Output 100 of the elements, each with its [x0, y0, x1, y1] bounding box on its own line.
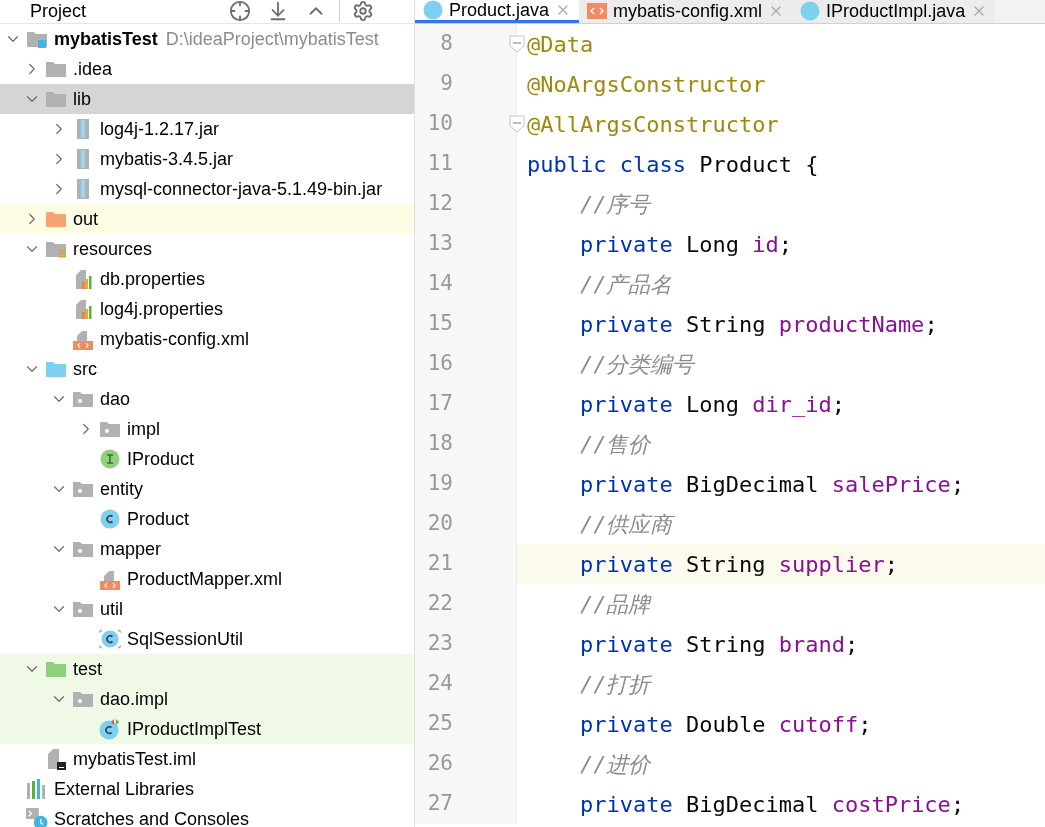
- code-text: private Double cutoff;: [578, 710, 872, 739]
- xml-file-icon: [99, 569, 121, 589]
- code-text: //进价: [578, 750, 651, 779]
- tree-row[interactable]: mybatisTest.iml: [0, 744, 414, 774]
- tree-item-label: IProductImplTest: [127, 717, 262, 741]
- code-text: @AllArgsConstructor: [527, 110, 779, 139]
- project-path: D:\ideaProject\mybatisTest: [165, 27, 379, 51]
- code-text: @Data: [527, 30, 594, 59]
- test-class-icon: [99, 719, 121, 739]
- resources-folder-icon: [45, 239, 67, 259]
- line-number: 27: [426, 790, 453, 818]
- tree-row[interactable]: log4j-1.2.17.jar: [0, 114, 414, 144]
- tree-row[interactable]: src: [0, 354, 414, 384]
- editor-tab[interactable]: mybatis-config.xml: [579, 0, 793, 23]
- code-text: private Long id;: [578, 230, 792, 259]
- tree-row[interactable]: util: [0, 594, 414, 624]
- tree-row[interactable]: Scratches and Consoles: [0, 804, 414, 827]
- code-text: //产品名: [578, 270, 673, 299]
- line-number: 17: [426, 390, 453, 418]
- tree-item-label: SqlSessionUtil: [127, 627, 244, 651]
- libraries-icon: [26, 779, 48, 799]
- tree-item-label: out: [73, 207, 99, 231]
- package-icon: [72, 599, 94, 619]
- line-number: 24: [426, 670, 453, 698]
- tree-row[interactable]: impl: [0, 414, 414, 444]
- line-number: 19: [426, 470, 453, 498]
- tree-item-label: mybatisTest.iml: [73, 747, 197, 771]
- tree-row[interactable]: mysql-connector-java-5.1.49-bin.jar: [0, 174, 414, 204]
- xml-file-icon: [587, 3, 608, 19]
- tree-item-label: External Libraries: [54, 777, 195, 801]
- tree-row[interactable]: lib: [0, 84, 414, 114]
- tree-item-label: dao.impl: [100, 687, 169, 711]
- tree-item-label: mybatisTest: [54, 27, 158, 51]
- tree-row[interactable]: External Libraries: [0, 774, 414, 804]
- code-text: //打折: [578, 670, 651, 699]
- package-icon: [72, 539, 94, 559]
- module-folder-icon: [26, 29, 48, 49]
- code-text: //售价: [578, 430, 651, 459]
- tree-row[interactable]: entity: [0, 474, 414, 504]
- code-text: private String productName;: [578, 310, 938, 339]
- code-text: public class Product {: [527, 150, 819, 179]
- tree-row[interactable]: mapper: [0, 534, 414, 564]
- line-number: 16: [426, 350, 453, 378]
- tree-item-label: resources: [73, 237, 153, 261]
- folder-icon: [45, 659, 67, 679]
- tree-item-label: IProduct: [127, 447, 195, 471]
- tree-item-label: lib: [73, 87, 91, 111]
- tree-row[interactable]: mybatis-3.4.5.jar: [0, 144, 414, 174]
- tree-item-label: dao: [100, 387, 131, 411]
- code-text: @NoArgsConstructor: [527, 70, 766, 99]
- package-icon: [72, 389, 94, 409]
- code-text: private BigDecimal salePrice;: [578, 470, 965, 499]
- tree-row[interactable]: SqlSessionUtil: [0, 624, 414, 654]
- editor-tab[interactable]: IProductImpl.java: [792, 0, 996, 23]
- code-text: private BigDecimal costPrice;: [578, 790, 965, 819]
- line-number: 25: [426, 710, 453, 738]
- tree-item-label: log4j.properties: [100, 297, 224, 321]
- editor-tab[interactable]: Product.java: [415, 0, 580, 23]
- code-text: private String brand;: [578, 630, 859, 659]
- settings-icon[interactable]: [352, 0, 374, 22]
- tree-row[interactable]: IProductImplTest: [0, 714, 414, 744]
- xml-file-icon: [72, 329, 94, 349]
- package-icon: [99, 419, 121, 439]
- tree-row[interactable]: IProduct: [0, 444, 414, 474]
- folder-icon: [45, 59, 67, 79]
- tree-row[interactable]: Product: [0, 504, 414, 534]
- tree-item-label: log4j-1.2.17.jar: [100, 117, 220, 141]
- line-number: 13: [426, 230, 453, 258]
- line-number: 23: [426, 630, 453, 658]
- locate-icon[interactable]: [229, 0, 251, 22]
- tree-item-label: mybatis-3.4.5.jar: [100, 147, 234, 171]
- folder-icon: [45, 359, 67, 379]
- tree-row[interactable]: out: [0, 204, 414, 234]
- tree-row[interactable]: dao: [0, 384, 414, 414]
- tree-row[interactable]: ProductMapper.xml: [0, 564, 414, 594]
- tree-item-label: test: [73, 657, 102, 681]
- line-number: 11: [426, 150, 453, 178]
- tree-item-label: Product: [127, 507, 190, 531]
- tree-row[interactable]: resources: [0, 234, 414, 264]
- tree-row[interactable]: log4j.properties: [0, 294, 414, 324]
- line-number: 12: [426, 190, 453, 218]
- code-text: //分类编号: [578, 350, 695, 379]
- tree-item-label: ProductMapper.xml: [127, 567, 283, 591]
- tree-row[interactable]: test: [0, 654, 414, 684]
- tree-item-label: db.properties: [100, 267, 206, 291]
- tree-row[interactable]: dao.impl: [0, 684, 414, 714]
- tree-row[interactable]: db.properties: [0, 264, 414, 294]
- line-number: 10: [426, 110, 453, 138]
- tree-item-label: util: [100, 597, 123, 621]
- line-number: 20: [426, 510, 453, 538]
- tree-row[interactable]: mybatisTest D:\ideaProject\mybatisTest: [0, 24, 414, 54]
- tree-row[interactable]: .idea: [0, 54, 414, 84]
- folder-icon: [45, 209, 67, 229]
- line-number: 14: [426, 270, 453, 298]
- line-number: 8: [439, 30, 453, 58]
- tree-row[interactable]: mybatis-config.xml: [0, 324, 414, 354]
- module-file-icon: [45, 749, 67, 769]
- panel-title[interactable]: Project: [30, 0, 87, 23]
- tree-item-label: Scratches and Consoles: [54, 807, 250, 827]
- line-number: 15: [426, 310, 453, 338]
